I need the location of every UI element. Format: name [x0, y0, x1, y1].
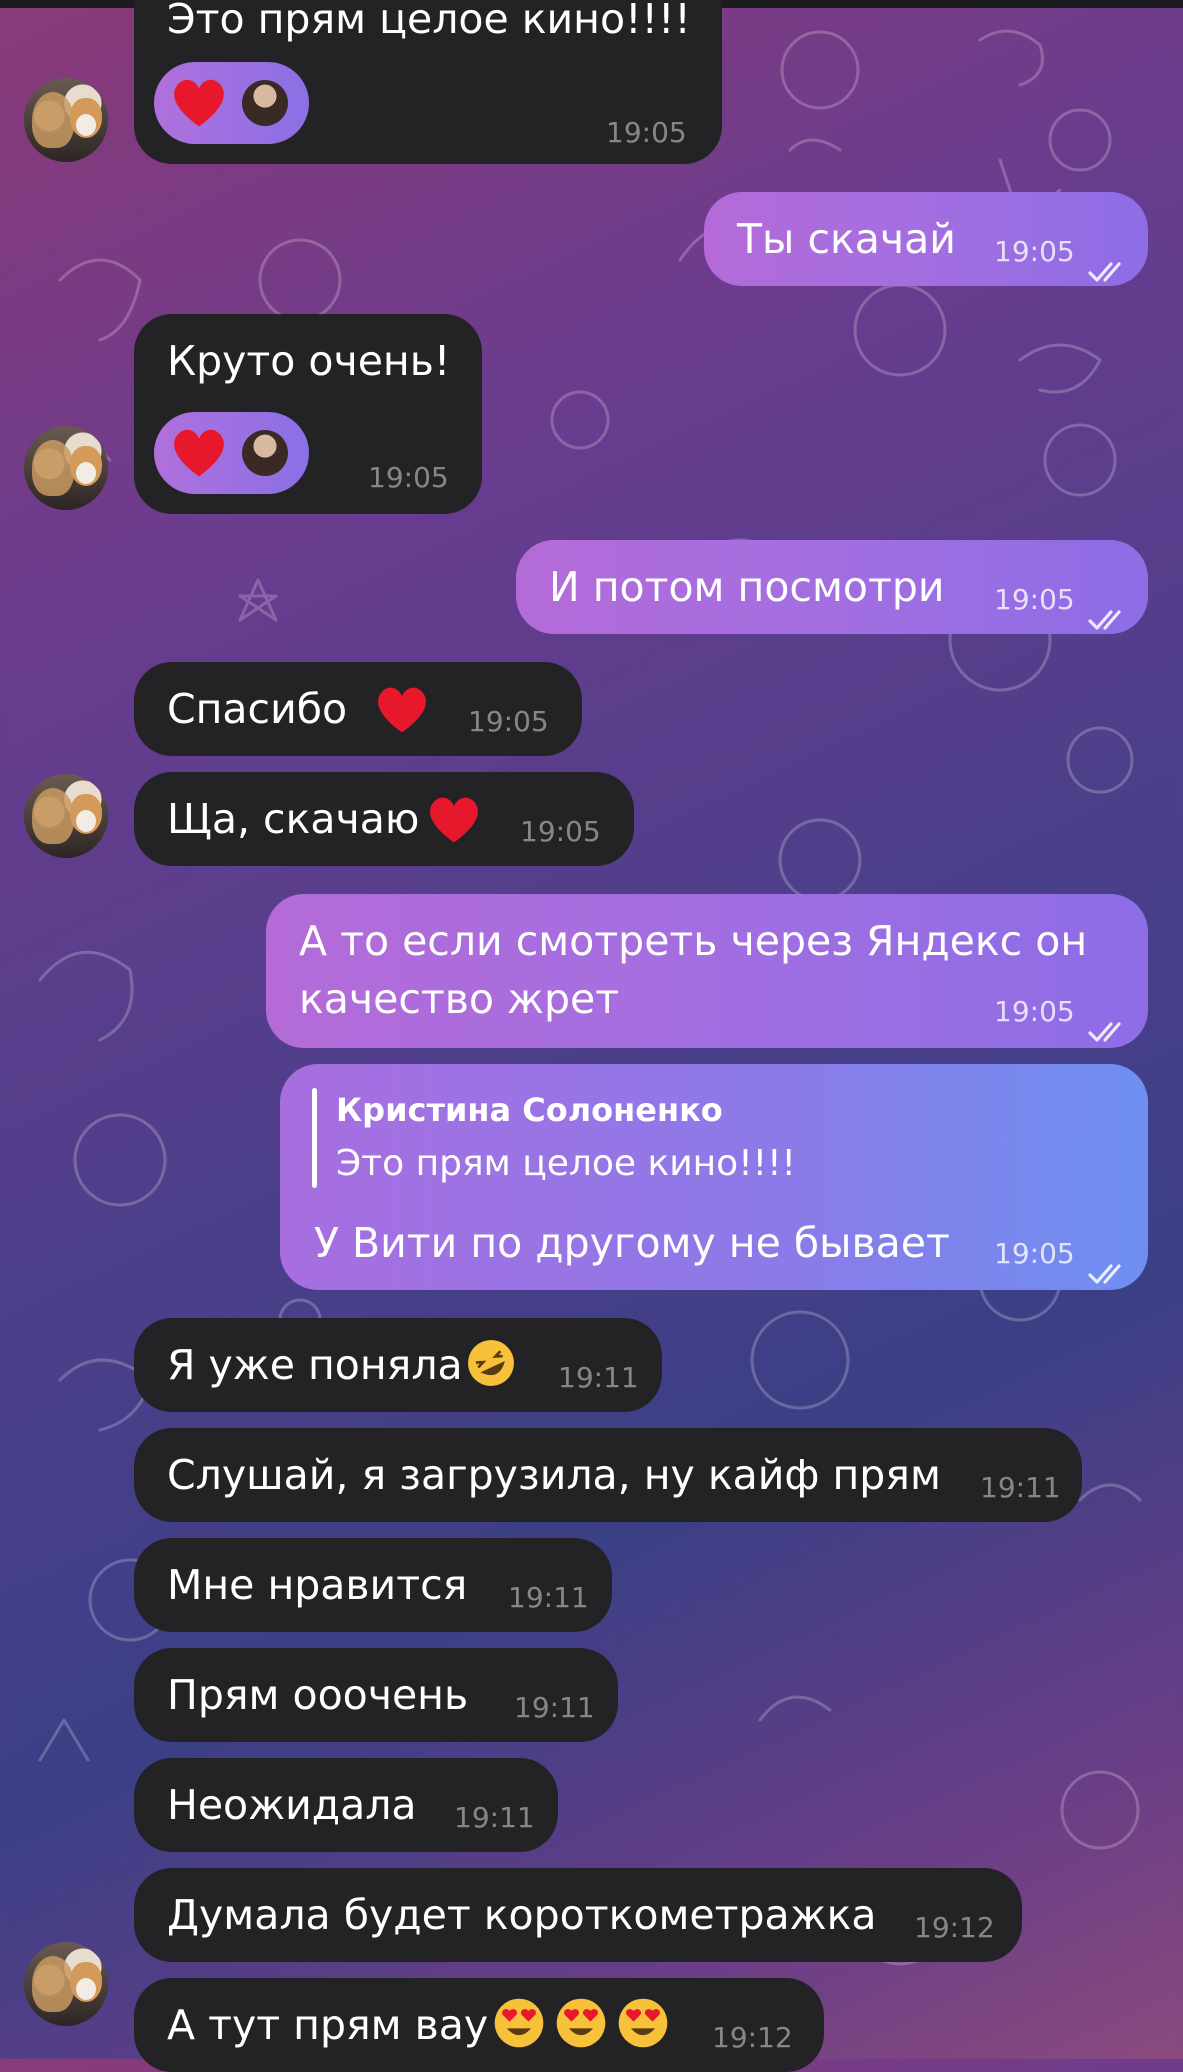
message-bubble-incoming[interactable]: Мне нравится 19:11: [134, 1538, 612, 1632]
heart-eyes-emoji: [494, 1998, 544, 2048]
message-text: Неожидала: [167, 1781, 417, 1829]
message-text: Я уже поняла: [167, 1341, 463, 1389]
message-time: 19:11: [980, 1471, 1061, 1504]
message-time: 19:05: [994, 995, 1075, 1028]
message-bubble-outgoing[interactable]: Ты скачай 19:05: [704, 192, 1148, 286]
rolling-laughing-emoji: [468, 1340, 514, 1386]
heart-icon: [174, 429, 224, 477]
message-text: Слушай, я загрузила, ну кайф прям: [167, 1451, 941, 1499]
reply-text: Это прям целое кино!!!!: [336, 1143, 796, 1184]
reactor-avatar: [242, 430, 288, 476]
read-check-icon: [1088, 1000, 1128, 1042]
message-time: 19:05: [994, 235, 1075, 268]
message-time: 19:11: [514, 1691, 595, 1724]
message-text: Думала будет короткометражка: [167, 1891, 877, 1939]
heart-eyes-emoji: [556, 1998, 606, 2048]
red-heart-emoji: [430, 797, 478, 843]
message-time: 19:05: [994, 583, 1075, 616]
message-time: 19:11: [558, 1361, 639, 1394]
reply-quote-bar: [312, 1088, 317, 1188]
reaction-chip[interactable]: [154, 62, 309, 144]
message-time: 19:11: [508, 1581, 589, 1614]
avatar[interactable]: [24, 774, 108, 858]
message-time: 19:12: [712, 2021, 793, 2054]
message-text: Ты скачай: [737, 215, 956, 263]
message-text: У Вити по другому не бывает: [314, 1219, 950, 1267]
heart-eyes-emoji: [618, 1998, 668, 2048]
message-time: 19:11: [454, 1801, 535, 1834]
message-bubble-incoming[interactable]: Это прям целое кино!!!! 19:05: [134, 0, 722, 164]
message-text: Спасибо: [167, 685, 348, 733]
message-bubble-incoming[interactable]: Неожидала 19:11: [134, 1758, 558, 1852]
message-bubble-incoming[interactable]: Круто очень! 19:05: [134, 314, 482, 514]
read-check-icon: [1088, 1242, 1128, 1284]
message-bubble-incoming[interactable]: Спасибо 19:05: [134, 662, 582, 756]
read-check-icon: [1088, 588, 1128, 630]
message-bubble-incoming[interactable]: Я уже поняла 19:11: [134, 1318, 662, 1412]
heart-icon: [174, 79, 224, 127]
message-text-line-1: А то если смотреть через Яндекс он: [299, 917, 1088, 965]
reactor-avatar: [242, 80, 288, 126]
avatar[interactable]: [24, 1942, 108, 2026]
avatar[interactable]: [24, 426, 108, 510]
avatar[interactable]: [24, 78, 108, 162]
message-time: 19:05: [520, 815, 601, 848]
red-heart-emoji: [378, 687, 426, 733]
message-text: А тут прям вау: [167, 2001, 489, 2049]
message-text: Прям ооочень: [167, 1671, 469, 1719]
read-check-icon: [1088, 240, 1128, 282]
message-time: 19:12: [914, 1911, 995, 1944]
message-bubble-incoming[interactable]: Думала будет короткометражка 19:12: [134, 1868, 1022, 1962]
message-bubble-outgoing[interactable]: А то если смотреть через Яндекс он качес…: [266, 894, 1148, 1048]
message-time: 19:05: [606, 116, 687, 149]
message-bubble-outgoing-reply[interactable]: Кристина Солоненко Это прям целое кино!!…: [280, 1064, 1148, 1290]
message-text: И потом посмотри: [549, 563, 945, 611]
message-text: Круто очень!: [167, 337, 451, 385]
message-time: 19:05: [368, 461, 449, 494]
message-bubble-incoming[interactable]: Слушай, я загрузила, ну кайф прям 19:11: [134, 1428, 1082, 1522]
message-text: Это прям целое кино!!!!: [167, 0, 691, 43]
message-bubble-incoming[interactable]: Прям ооочень 19:11: [134, 1648, 618, 1742]
message-text: Мне нравится: [167, 1561, 468, 1609]
reply-author: Кристина Солоненко: [336, 1091, 723, 1129]
message-bubble-incoming[interactable]: Ща, скачаю 19:05: [134, 772, 634, 866]
message-bubble-outgoing[interactable]: И потом посмотри 19:05: [516, 540, 1148, 634]
message-text: Ща, скачаю: [167, 795, 420, 843]
message-time: 19:05: [994, 1237, 1075, 1270]
reaction-chip[interactable]: [154, 412, 309, 494]
message-bubble-incoming[interactable]: А тут прям вау 19:12: [134, 1978, 824, 2072]
message-time: 19:05: [468, 705, 549, 738]
